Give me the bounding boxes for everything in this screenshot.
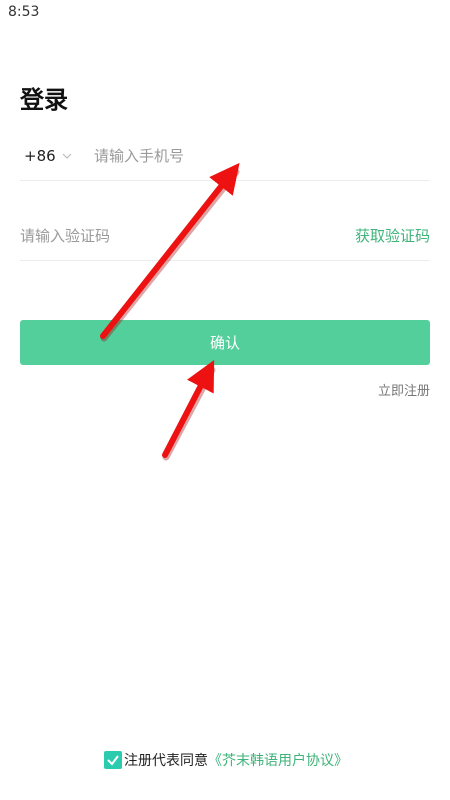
code-row: 获取验证码 — [20, 212, 430, 261]
status-bar: 8:53 — [0, 0, 450, 28]
country-code-label: +86 — [24, 147, 56, 165]
chevron-down-icon — [62, 153, 72, 159]
annotation-overlay — [100, 162, 240, 461]
checkmark-icon — [107, 755, 119, 766]
country-code-selector[interactable]: +86 — [20, 132, 72, 180]
register-link[interactable]: 立即注册 — [378, 380, 430, 399]
confirm-button[interactable]: 确认 — [20, 320, 430, 365]
get-code-button[interactable]: 获取验证码 — [355, 212, 430, 260]
page-title: 登录 — [20, 86, 68, 114]
verification-code-input[interactable] — [20, 212, 300, 260]
phone-row: +86 — [20, 132, 430, 181]
agreement-link[interactable]: 《芥末韩语用户协议》 — [208, 750, 348, 770]
agreement-row: 注册代表同意 《芥末韩语用户协议》 — [104, 750, 348, 770]
red-arrow-icon — [162, 360, 216, 461]
agreement-text: 注册代表同意 — [124, 753, 208, 769]
status-time: 8:53 — [8, 4, 40, 20]
agreement-checkbox[interactable] — [104, 751, 122, 769]
phone-input[interactable] — [94, 132, 424, 180]
